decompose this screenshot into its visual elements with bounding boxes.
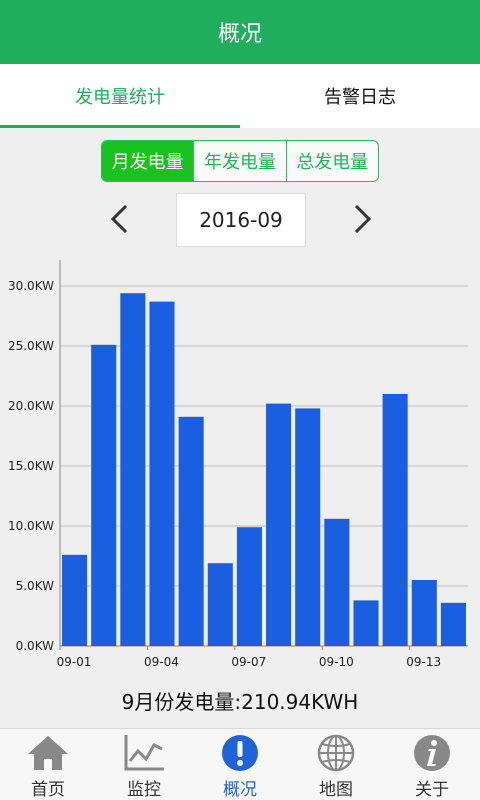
home-icon [28, 736, 68, 770]
yearly-power-button[interactable]: 年发电量 [193, 141, 285, 181]
y-tick-label: 5.0KW [16, 579, 55, 593]
chevron-right-icon [354, 204, 372, 234]
nav-label: 监控 [127, 780, 161, 800]
bottom-navigation: 首页 监控 概况 地图 关于 [0, 728, 480, 800]
y-tick-label: 10.0KW [8, 519, 54, 533]
tab-alarm-log[interactable]: 告警日志 [240, 64, 480, 128]
x-tick-label: 09-13 [406, 655, 441, 669]
daily-power-bar-chart: 0.0KW 5.0KW 10.0KW 15.0KW 20.0KW 25.0KW 30.0KW… [8, 260, 468, 669]
bar [178, 416, 204, 646]
nav-label: 首页 [31, 780, 65, 800]
x-tick-label: 09-07 [231, 655, 266, 669]
x-tick-label: 09-01 [57, 655, 92, 669]
bar [440, 602, 466, 646]
app-header: 概况 [0, 0, 480, 64]
globe-icon [317, 734, 355, 772]
bar [207, 563, 233, 646]
tab-label: 发电量统计 [75, 87, 165, 108]
bar [295, 408, 321, 646]
monthly-power-button[interactable]: 月发电量 [102, 141, 194, 181]
x-tick-label: 09-10 [319, 655, 354, 669]
bar [149, 301, 175, 646]
nav-monitor[interactable]: 监控 [96, 729, 192, 800]
nav-label: 概况 [223, 780, 257, 800]
nav-overview[interactable]: 概况 [192, 729, 288, 800]
chevron-left-icon [110, 204, 128, 234]
bar [62, 554, 88, 646]
y-tick-label: 25.0KW [8, 339, 54, 353]
nav-map[interactable]: 地图 [288, 729, 384, 800]
y-tick-label: 15.0KW [8, 459, 54, 473]
bar [236, 527, 262, 646]
tab-bar: 发电量统计 告警日志 [0, 64, 480, 128]
period-selector: 月发电量 年发电量 总发电量 [101, 140, 379, 182]
x-tick-label: 09-04 [144, 655, 179, 669]
info-icon [222, 735, 258, 771]
nav-label: 地图 [319, 780, 353, 800]
about-icon [414, 735, 450, 771]
bar [266, 403, 292, 646]
tab-power-statistics[interactable]: 发电量统计 [0, 64, 240, 128]
nav-label: 关于 [415, 780, 449, 800]
bar [91, 344, 117, 646]
bar [411, 580, 437, 646]
prev-month-button[interactable] [100, 199, 140, 239]
y-tick-label: 0.0KW [16, 639, 55, 653]
page-title: 概况 [217, 22, 262, 47]
bar [324, 518, 350, 646]
y-tick-label: 20.0KW [8, 399, 54, 413]
monthly-total-text: 9月份发电量:210.94KWH [121, 690, 359, 714]
bar [120, 293, 146, 646]
total-power-button[interactable]: 总发电量 [285, 141, 378, 181]
bar [382, 394, 408, 646]
tab-label: 告警日志 [324, 87, 396, 108]
bar [353, 600, 379, 646]
date-picker[interactable]: 2016-09 [176, 193, 306, 247]
y-tick-label: 30.0KW [8, 279, 54, 293]
nav-home[interactable]: 首页 [0, 729, 96, 800]
nav-about[interactable]: 关于 [384, 729, 480, 800]
date-value: 2016-09 [199, 208, 283, 232]
next-month-button[interactable] [342, 199, 382, 239]
line-chart-icon [124, 735, 164, 771]
